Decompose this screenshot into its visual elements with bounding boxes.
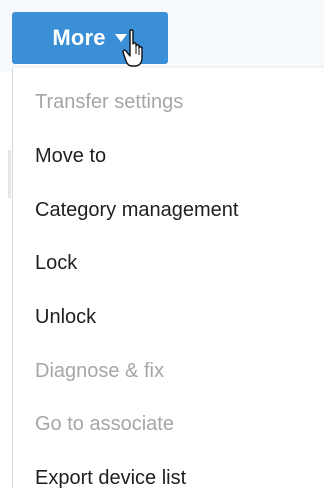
more-button-label: More [52, 25, 106, 50]
caret-down-icon [114, 31, 128, 45]
menu-item-unlock[interactable]: Unlock [35, 291, 315, 345]
more-button[interactable]: More [12, 12, 168, 64]
menu-item-diagnose-fix[interactable]: Diagnose & fix [35, 344, 315, 398]
dropdown-edge-mark [8, 150, 11, 198]
menu-item-category-management[interactable]: Category management [35, 183, 315, 237]
page: More Transfer settings Move to Category … [0, 0, 324, 490]
more-menu-list: Transfer settings Move to Category manag… [35, 76, 315, 490]
menu-item-lock[interactable]: Lock [35, 237, 315, 291]
menu-item-transfer-settings[interactable]: Transfer settings [35, 76, 315, 130]
menu-item-go-to-associate[interactable]: Go to associate [35, 398, 315, 452]
menu-item-move-to[interactable]: Move to [35, 130, 315, 184]
menu-item-export-device-list[interactable]: Export device list [35, 452, 315, 490]
